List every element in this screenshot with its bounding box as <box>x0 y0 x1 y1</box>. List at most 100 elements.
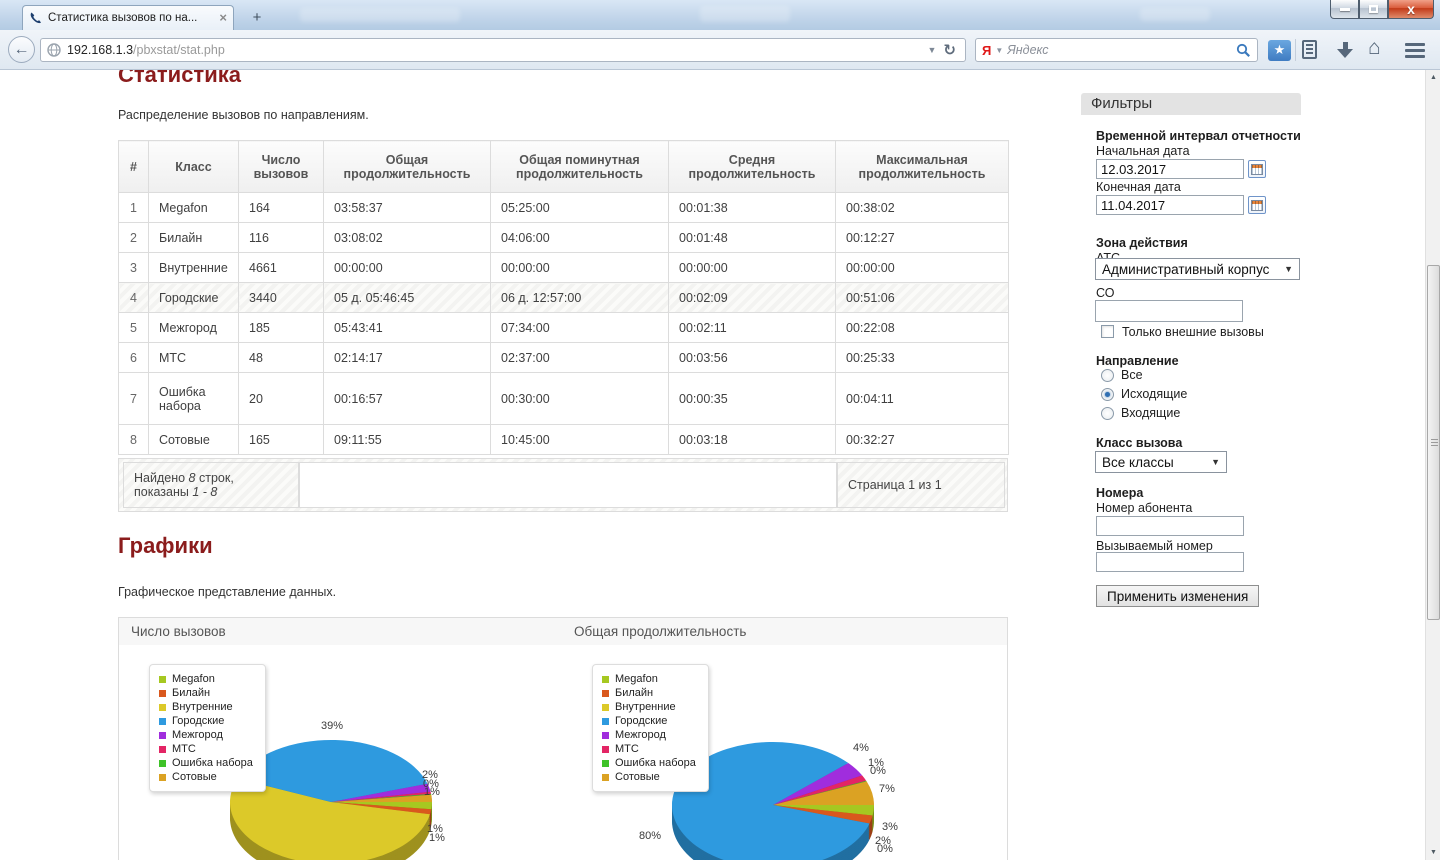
table-cell: Ошибка набора <box>149 373 239 425</box>
table-cell: 05:43:41 <box>324 313 491 343</box>
table-cell: 165 <box>239 425 324 455</box>
browser-tab[interactable]: Статистика вызовов по на... × <box>22 5 234 30</box>
tab-close-icon[interactable]: × <box>219 12 227 24</box>
radio-icon[interactable] <box>1101 407 1114 420</box>
legend-item: Сотовые <box>159 770 253 784</box>
legend-item: Внутренние <box>602 700 696 714</box>
table-cell: 3440 <box>239 283 324 313</box>
legend-item: Городские <box>602 714 696 728</box>
table-cell: 1 <box>119 193 149 223</box>
legend-item: Ошибка набора <box>159 756 253 770</box>
url-text[interactable]: 192.168.1.3/pbxstat/stat.php <box>67 43 924 57</box>
class-select[interactable]: Все классы ▼ <box>1095 451 1227 473</box>
legend-swatch-icon <box>159 732 166 739</box>
address-bar[interactable]: 192.168.1.3/pbxstat/stat.php ▼ ↻ <box>40 38 966 62</box>
table-row[interactable]: 6МТС4802:14:1702:37:0000:03:5600:25:33 <box>119 343 1009 373</box>
legend-label: Ошибка набора <box>615 757 696 769</box>
calendar-icon <box>1251 164 1263 175</box>
legend-label: Межгород <box>615 729 666 741</box>
legend-label: Билайн <box>172 687 210 699</box>
end-date-label: Конечная дата <box>1096 180 1181 194</box>
pie-percent-label: 80% <box>639 830 661 842</box>
menu-icon[interactable] <box>1405 43 1425 61</box>
table-row[interactable]: 3Внутренние466100:00:0000:00:0000:00:000… <box>119 253 1009 283</box>
legend-label: МТС <box>172 743 196 755</box>
table-row[interactable]: 7Ошибка набора2000:16:5700:30:0000:00:35… <box>119 373 1009 425</box>
reload-icon[interactable]: ↻ <box>940 41 959 59</box>
legend-item: Megafon <box>159 672 253 686</box>
engine-dropdown-icon[interactable]: ▼ <box>995 46 1003 55</box>
subscriber-number-label: Номер абонента <box>1096 501 1192 515</box>
subscriber-number-input[interactable] <box>1096 516 1244 536</box>
table-row[interactable]: 2Билайн11603:08:0204:06:0000:01:4800:12:… <box>119 223 1009 253</box>
legend-swatch-icon <box>602 760 609 767</box>
search-box[interactable]: Я ▼ <box>975 38 1258 62</box>
end-date-calendar-button[interactable] <box>1248 196 1266 214</box>
column-header: Общая продолжительность <box>324 141 491 193</box>
table-cell: 6 <box>119 343 149 373</box>
urlbar-dropdown-icon[interactable]: ▼ <box>924 45 941 55</box>
minimize-button[interactable] <box>1330 0 1359 19</box>
end-date-input[interactable] <box>1096 195 1244 215</box>
stats-heading: Статистика <box>118 70 241 88</box>
new-tab-button[interactable]: + <box>244 9 270 28</box>
table-cell: 00:22:08 <box>836 313 1009 343</box>
legend-item: Билайн <box>602 686 696 700</box>
table-row[interactable]: 1Megafon16403:58:3705:25:0000:01:3800:38… <box>119 193 1009 223</box>
scroll-down-icon[interactable]: ▼ <box>1426 845 1440 860</box>
called-number-input[interactable] <box>1096 552 1244 572</box>
legend-swatch-icon <box>602 690 609 697</box>
external-only-checkbox[interactable] <box>1101 325 1114 338</box>
chart1-header: Число вызовов <box>118 617 563 646</box>
legend-item: Межгород <box>159 728 253 742</box>
apply-button[interactable]: Применить изменения <box>1096 585 1259 607</box>
legend-item: Билайн <box>159 686 253 700</box>
bookmarks-menu-icon[interactable] <box>1302 40 1317 59</box>
legend-swatch-icon <box>602 774 609 781</box>
radio-icon[interactable] <box>1101 369 1114 382</box>
search-icon[interactable] <box>1236 43 1251 58</box>
close-button[interactable]: x <box>1388 0 1434 19</box>
maximize-button[interactable] <box>1359 0 1388 19</box>
scrollbar[interactable]: ▲ ▼ <box>1425 70 1440 860</box>
table-cell: 02:14:17 <box>324 343 491 373</box>
browser-window: Статистика вызовов по на... × + x ← 192.… <box>0 0 1440 860</box>
downloads-icon[interactable] <box>1337 42 1353 58</box>
chart2-header: Общая продолжительность <box>562 617 1008 646</box>
called-number-label: Вызываемый номер <box>1096 539 1213 553</box>
table-row[interactable]: 5Межгород18505:43:4107:34:0000:02:1100:2… <box>119 313 1009 343</box>
direction-section-label: Направление <box>1096 354 1179 368</box>
co-input[interactable] <box>1095 300 1243 322</box>
time-interval-section-label: Временной интервал отчетности <box>1096 129 1301 143</box>
start-date-label: Начальная дата <box>1096 144 1190 158</box>
direction-option-3[interactable]: Входящие <box>1101 406 1180 420</box>
direction-option-2[interactable]: Исходящие <box>1101 387 1187 401</box>
table-cell: Сотовые <box>149 425 239 455</box>
bookmark-star-icon[interactable]: ★ <box>1268 40 1291 61</box>
yandex-engine-icon[interactable]: Я <box>982 43 991 58</box>
legend-label: Сотовые <box>172 771 217 783</box>
table-cell: 00:02:11 <box>669 313 836 343</box>
scroll-up-icon[interactable]: ▲ <box>1426 70 1440 85</box>
legend-swatch-icon <box>602 732 609 739</box>
back-button[interactable]: ← <box>8 36 35 63</box>
table-cell: 164 <box>239 193 324 223</box>
titlebar: Статистика вызовов по на... × + x <box>0 0 1440 30</box>
table-cell: 00:03:56 <box>669 343 836 373</box>
start-date-calendar-button[interactable] <box>1248 160 1266 178</box>
scrollbar-thumb[interactable] <box>1427 265 1440 620</box>
table-cell: 3 <box>119 253 149 283</box>
table-row[interactable]: 8Сотовые16509:11:5510:45:0000:03:1800:32… <box>119 425 1009 455</box>
start-date-input[interactable] <box>1096 159 1244 179</box>
legend-label: Сотовые <box>615 771 660 783</box>
table-row[interactable]: 4Городские344005 д. 05:46:4506 д. 12:57:… <box>119 283 1009 313</box>
radio-selected-icon[interactable] <box>1101 388 1114 401</box>
legend-item: Городские <box>159 714 253 728</box>
home-icon[interactable]: ⌂ <box>1368 36 1381 60</box>
direction-option-1[interactable]: Все <box>1101 368 1143 382</box>
table-cell: 04:06:00 <box>491 223 669 253</box>
ats-select[interactable]: Административный корпус ▼ <box>1095 258 1300 280</box>
table-cell: 05:25:00 <box>491 193 669 223</box>
table-cell: 06 д. 12:57:00 <box>491 283 669 313</box>
search-input[interactable] <box>1007 43 1236 57</box>
